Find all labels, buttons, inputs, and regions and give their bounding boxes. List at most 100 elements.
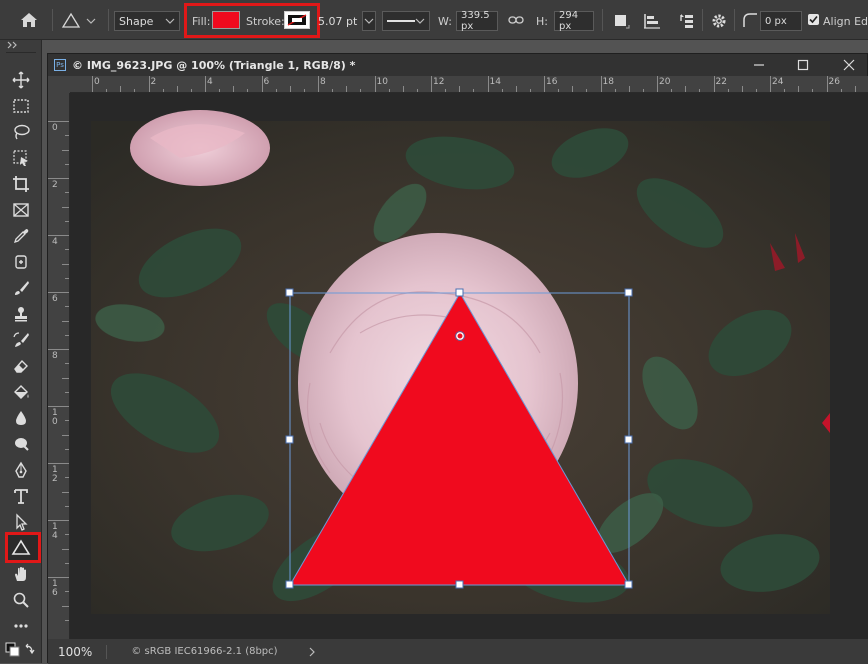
tool-preset-picker[interactable] (60, 10, 104, 32)
lasso-tool-icon[interactable] (0, 119, 42, 145)
zoom-level[interactable]: 100% (58, 645, 92, 659)
link-icon[interactable] (508, 12, 524, 28)
close-button[interactable] (838, 54, 860, 76)
document-tab[interactable]: Ps © IMG_9623.JPG @ 100% (Triangle 1, RG… (48, 54, 867, 76)
stroke-label: Stroke: (246, 15, 285, 28)
ruler-minor-tick (628, 86, 630, 92)
ruler-label: 18 (602, 77, 614, 87)
zoom-tool-icon[interactable] (0, 587, 42, 613)
handle-bottom-right[interactable] (624, 580, 633, 589)
corner-radius-icon (742, 12, 758, 28)
chevron-down-icon (415, 18, 425, 24)
ruler-label: 1 4 (52, 522, 58, 541)
stroke-swatch[interactable] (284, 11, 310, 29)
settings-gear-icon[interactable] (710, 12, 728, 30)
eraser-tool-icon[interactable] (0, 353, 42, 379)
handle-top-left[interactable] (285, 288, 294, 297)
pen-tool-icon[interactable] (0, 457, 42, 483)
object-select-tool-icon[interactable] (0, 145, 42, 171)
stroke-type-select[interactable] (382, 11, 430, 31)
stroke-width-dropdown[interactable] (362, 11, 376, 31)
ruler-minor-tick (416, 89, 418, 92)
crop-tool-icon[interactable] (0, 171, 42, 197)
color-swatches-icon[interactable] (4, 640, 40, 660)
ruler-minor-tick (727, 89, 729, 92)
stroke-width-value: 5.07 pt (318, 14, 358, 28)
marquee-tool-icon[interactable] (0, 93, 42, 119)
paint-bucket-tool-icon[interactable] (0, 379, 42, 405)
ruler-minor-tick (755, 89, 757, 92)
handle-middle-left[interactable] (285, 435, 294, 444)
ruler-minor-tick (501, 89, 503, 92)
minimize-button[interactable] (748, 54, 770, 76)
dodge-tool-icon[interactable] (0, 431, 42, 457)
horizontal-ruler[interactable]: 0 2 4 6 8 10 12 14 16 18 20 22 24 26 (70, 76, 868, 93)
handle-bottom-center[interactable] (455, 580, 464, 589)
ruler-minor-tick (65, 363, 69, 365)
ruler-minor-tick (62, 491, 69, 493)
hand-tool-icon[interactable] (0, 561, 42, 587)
maximize-button[interactable] (792, 54, 814, 76)
healing-brush-tool-icon[interactable] (0, 249, 42, 275)
path-operations-icon[interactable] (612, 12, 632, 30)
collapse-panel-icon[interactable] (6, 40, 20, 50)
ruler-minor-tick (529, 89, 531, 92)
ruler-label: 4 (52, 237, 58, 247)
maximize-icon (797, 59, 809, 71)
chevron-down-icon (364, 18, 374, 24)
blur-tool-icon[interactable] (0, 405, 42, 431)
frame-tool-icon[interactable] (0, 197, 42, 223)
ruler-minor-tick (65, 591, 69, 593)
ruler-minor-tick (614, 89, 616, 92)
corner-radius-input[interactable]: 0 px (760, 11, 802, 31)
handle-middle-right[interactable] (624, 435, 633, 444)
stroke-width-field[interactable]: 5.07 pt (318, 11, 376, 31)
eyedropper-tool-icon[interactable] (0, 223, 42, 249)
ruler-major-tick (48, 349, 69, 350)
ruler-major-tick (431, 76, 432, 92)
chevron-right-icon[interactable] (308, 647, 316, 657)
triangle-tool-icon[interactable] (0, 532, 42, 563)
status-bar: 100% © sRGB IEC61966-2.1 (8bpc) (48, 639, 868, 664)
corner-radius-handle[interactable] (456, 332, 464, 340)
handle-top-center[interactable] (455, 288, 464, 297)
ruler-label: 2 (52, 180, 58, 190)
width-input[interactable]: 339.5 px (456, 10, 498, 32)
clone-stamp-tool-icon[interactable] (0, 301, 42, 327)
photo-canvas[interactable] (70, 93, 868, 639)
path-alignment-icon[interactable] (642, 12, 662, 30)
ruler-minor-tick (62, 263, 69, 265)
shape-mode-select[interactable]: Shape (114, 11, 180, 31)
checkmark-icon (809, 15, 818, 24)
history-brush-tool-icon[interactable] (0, 327, 42, 353)
home-icon[interactable] (18, 10, 40, 30)
align-edges-label: Align Edges (823, 15, 868, 28)
align-edges-checkbox[interactable] (808, 14, 819, 25)
fill-label: Fill: (192, 15, 211, 28)
vertical-ruler[interactable]: 0 2 4 6 8 1 0 1 2 1 4 1 6 (48, 93, 70, 639)
ruler-label: 6 (263, 77, 270, 87)
ruler-minor-tick (473, 89, 475, 92)
ruler-minor-tick (840, 89, 842, 92)
ruler-origin[interactable] (48, 76, 70, 93)
ruler-label: 24 (772, 77, 784, 87)
ruler-major-tick (48, 235, 69, 236)
ruler-minor-tick (558, 89, 560, 92)
canvas-area[interactable] (70, 93, 868, 639)
ruler-major-tick (657, 76, 658, 92)
path-arrangement-icon[interactable] (674, 11, 696, 31)
type-tool-icon[interactable] (0, 483, 42, 509)
fill-swatch[interactable] (212, 11, 240, 29)
height-input[interactable]: 294 px (554, 10, 594, 32)
more-tools-icon[interactable] (0, 613, 42, 639)
ruler-label: 16 (546, 77, 558, 87)
move-tool-icon[interactable] (0, 67, 42, 93)
tools-panel (0, 40, 42, 663)
color-profile-info[interactable]: © sRGB IEC61966-2.1 (8bpc) (131, 646, 277, 657)
ruler-minor-tick (402, 86, 404, 92)
handle-top-right[interactable] (624, 288, 633, 297)
brush-tool-icon[interactable] (0, 275, 42, 301)
ruler-minor-tick (360, 89, 362, 92)
handle-bottom-left[interactable] (285, 580, 294, 589)
ruler-minor-tick (65, 562, 69, 564)
